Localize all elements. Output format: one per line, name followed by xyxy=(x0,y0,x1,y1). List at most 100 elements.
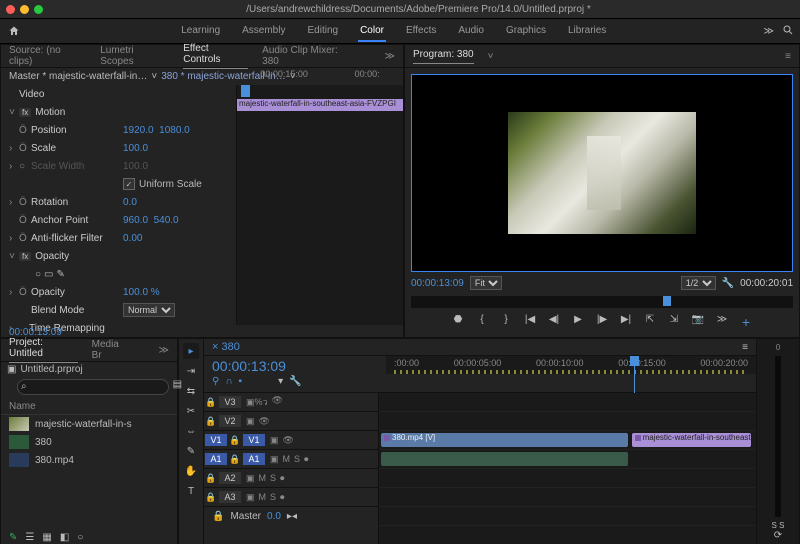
wrench-icon[interactable]: 🔧 xyxy=(289,376,301,387)
track-master[interactable]: 🔒Master0.0▸◂ xyxy=(204,507,378,525)
workspace-color[interactable]: Color xyxy=(358,21,386,42)
track-a2[interactable]: 🔒A2▣MS⏺ xyxy=(204,469,378,488)
timeline-ruler[interactable]: :00:0000:00:05:0000:00:10:0000:00:15:000… xyxy=(386,356,756,374)
motion-section[interactable]: ˅fxMotion xyxy=(1,103,236,121)
program-timecode[interactable]: 00:00:13:09 xyxy=(411,278,464,289)
timeline-timecode[interactable]: 00:00:13:09 xyxy=(212,358,378,374)
track-v1[interactable]: V1🔒V1▣👁 xyxy=(204,431,378,450)
blend-mode-row[interactable]: Blend ModeNormal xyxy=(1,301,236,319)
lift-icon[interactable]: ⇱ xyxy=(643,314,657,330)
export-frame-icon[interactable]: 📷 xyxy=(691,314,705,330)
program-scrubber[interactable] xyxy=(411,296,793,308)
play-icon[interactable]: ▶ xyxy=(571,314,585,330)
project-column-name[interactable]: Name xyxy=(1,399,177,415)
opacity-value-row[interactable]: ›ÖOpacity100.0 % xyxy=(1,283,236,301)
track-v2[interactable]: 🔒V2▣👁 xyxy=(204,412,378,431)
antiflicker-row[interactable]: ›ÖAnti-flicker Filter0.00 xyxy=(1,229,236,247)
overflow-icon[interactable]: ≫ xyxy=(764,26,774,37)
workspace-effects[interactable]: Effects xyxy=(404,21,438,42)
overflow-icon[interactable]: ≫ xyxy=(715,314,729,330)
effect-mini-timeline[interactable]: 00:00:15:0000:00: majestic-waterfall-in-… xyxy=(236,85,403,325)
snap-icon[interactable]: ⚲ xyxy=(212,376,219,387)
panel-menu-icon[interactable]: ≫ xyxy=(385,51,395,62)
zoom-select[interactable]: Fit xyxy=(470,276,502,290)
razor-tool-icon[interactable]: ✂ xyxy=(183,403,199,419)
pen-mask-icon[interactable]: ✎ xyxy=(57,269,65,280)
uniform-scale-checkbox[interactable] xyxy=(123,178,135,190)
pen-tool-icon[interactable]: ✎ xyxy=(183,443,199,459)
track-v3[interactable]: 🔒V3▣%ว👁 xyxy=(204,393,378,412)
filter-bin-icon[interactable]: ▤ xyxy=(173,379,182,395)
settings-icon[interactable]: 🔧 xyxy=(722,278,734,289)
video-clip[interactable]: 380.mp4 [V] xyxy=(381,433,628,447)
solo-buttons[interactable]: S S xyxy=(772,521,785,530)
tab-media-browser[interactable]: Media Br xyxy=(92,339,131,361)
panel-menu-icon[interactable]: ≡ xyxy=(742,342,748,353)
step-back-icon[interactable]: ◀| xyxy=(547,314,561,330)
track-select-tool-icon[interactable]: ⇥ xyxy=(183,363,199,379)
workspace-editing[interactable]: Editing xyxy=(305,21,340,42)
workspace-graphics[interactable]: Graphics xyxy=(504,21,548,42)
mini-clip-bar[interactable]: majestic-waterfall-in-southeast-asia-FVZ… xyxy=(237,99,403,111)
track-area[interactable]: 380.mp4 [V] majestic-waterfall-in-southe… xyxy=(379,393,756,544)
tab-lumetri-scopes[interactable]: Lumetri Scopes xyxy=(100,45,169,67)
type-tool-icon[interactable]: T xyxy=(183,483,199,499)
ripple-tool-icon[interactable]: ⇆ xyxy=(183,383,199,399)
tab-audio-mixer[interactable]: Audio Clip Mixer: 380 xyxy=(262,45,356,67)
ellipse-mask-icon[interactable]: ○ xyxy=(35,269,41,280)
tab-source[interactable]: Source: (no clips) xyxy=(9,45,86,67)
mini-playhead-icon[interactable] xyxy=(241,85,250,97)
minimize-window-icon[interactable] xyxy=(20,5,29,14)
opacity-section[interactable]: ˅fxOpacity xyxy=(1,247,236,265)
pen-icon[interactable]: ✎ xyxy=(9,532,17,543)
audio-clip[interactable] xyxy=(381,452,628,466)
scale-row[interactable]: ›ÖScale100.0 xyxy=(1,139,236,157)
list-item[interactable]: 380.mp4 xyxy=(1,451,177,469)
track-a1[interactable]: A1🔒A1▣MS⏺ xyxy=(204,450,378,469)
hand-tool-icon[interactable]: ✋ xyxy=(183,463,199,479)
workspace-learning[interactable]: Learning xyxy=(179,21,222,42)
icon-view-icon[interactable]: ▦ xyxy=(42,532,51,543)
sequence-name-tab[interactable]: × 380 xyxy=(212,341,240,353)
go-out-icon[interactable]: ▶| xyxy=(619,314,633,330)
source-patch-v1[interactable]: V1 xyxy=(205,434,227,446)
maximize-window-icon[interactable] xyxy=(34,5,43,14)
tab-effect-controls[interactable]: Effect Controls xyxy=(183,43,248,69)
source-patch-a1[interactable]: A1 xyxy=(205,453,227,465)
search-icon[interactable] xyxy=(782,24,794,39)
go-in-icon[interactable]: |◀ xyxy=(523,314,537,330)
selection-tool-icon[interactable]: ▸ xyxy=(183,343,199,359)
rotation-row[interactable]: ›ÖRotation0.0 xyxy=(1,193,236,211)
freeform-view-icon[interactable]: ◧ xyxy=(60,532,69,543)
step-fwd-icon[interactable]: |▶ xyxy=(595,314,609,330)
linked-selection-icon[interactable]: ∩ xyxy=(225,376,232,387)
uniform-scale-row[interactable]: Uniform Scale xyxy=(1,175,236,193)
add-button-icon[interactable]: + xyxy=(739,314,753,330)
marker-icon[interactable]: ▪ xyxy=(239,376,243,387)
chevron-down-icon[interactable]: ˅ xyxy=(151,71,157,82)
panel-menu-icon[interactable]: ≡ xyxy=(785,51,791,62)
video-clip-2[interactable]: majestic-waterfall-in-southeast-asia-F xyxy=(632,433,751,447)
scrubber-playhead-icon[interactable] xyxy=(663,296,671,306)
workspace-audio[interactable]: Audio xyxy=(456,21,486,42)
settings-icon[interactable]: ▾ xyxy=(278,376,283,387)
home-button[interactable] xyxy=(6,23,22,39)
zoom-slider-icon[interactable]: ○ xyxy=(77,532,83,543)
rect-mask-icon[interactable]: ▭ xyxy=(44,269,53,280)
track-a3[interactable]: 🔒A3▣MS⏺ xyxy=(204,488,378,507)
position-row[interactable]: ÖPosition1920.0 1080.0 xyxy=(1,121,236,139)
panel-menu-icon[interactable]: ≫ xyxy=(159,345,169,356)
extract-icon[interactable]: ⇲ xyxy=(667,314,681,330)
workspace-assembly[interactable]: Assembly xyxy=(240,21,287,42)
list-item[interactable]: majestic-waterfall-in-s xyxy=(1,415,177,433)
mark-icon[interactable]: } xyxy=(499,314,513,330)
mark-in-icon[interactable]: ⬣ xyxy=(451,314,465,330)
opacity-masks[interactable]: ○▭ ✎ xyxy=(1,265,236,283)
program-canvas[interactable] xyxy=(411,74,793,272)
tab-program[interactable]: Program: 380 xyxy=(413,49,474,64)
close-window-icon[interactable] xyxy=(6,5,15,14)
chevron-down-icon[interactable]: ˅ xyxy=(488,51,494,62)
mark-out-icon[interactable]: { xyxy=(475,314,489,330)
list-view-icon[interactable]: ☰ xyxy=(25,532,34,543)
slip-tool-icon[interactable]: ⇔ xyxy=(183,423,199,439)
